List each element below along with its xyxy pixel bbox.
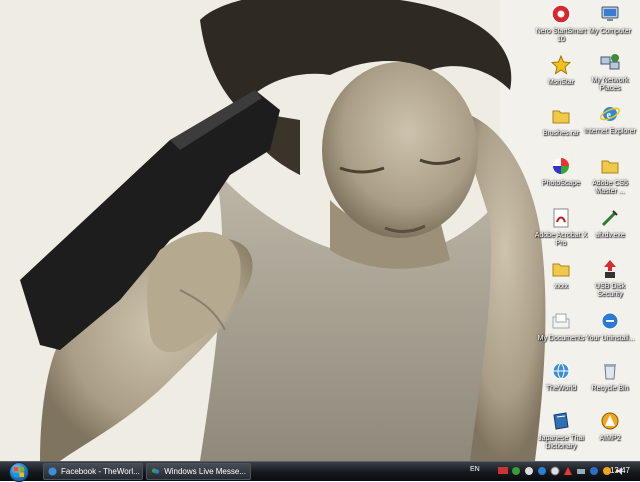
tray-app-icon[interactable] — [575, 465, 586, 476]
aimp-icon — [599, 410, 621, 432]
taskbar-button-facebook[interactable]: Facebook - TheWorl... — [43, 463, 143, 480]
messenger-icon — [151, 467, 160, 477]
globe-icon — [48, 467, 57, 477]
desktop-icon-acrobat[interactable]: Adobe Acrobat X Pro — [533, 205, 589, 257]
desktop-icon-dictionary[interactable]: Japanese Thai Dictionary — [533, 408, 589, 460]
desktop-icon-uninstaller[interactable]: Your Uninstall... — [582, 308, 638, 360]
computer-icon — [599, 3, 621, 25]
photoscape-icon — [550, 155, 572, 177]
start-button[interactable] — [9, 461, 29, 482]
system-tray — [497, 465, 625, 476]
desktop-icon-my-documents[interactable]: My Documents — [533, 308, 589, 360]
desktop-icon-my-computer[interactable]: My Computer — [582, 1, 638, 53]
windows-logo-icon — [14, 466, 24, 477]
desktop-icon-label: PhotoScape — [541, 180, 581, 187]
desktop-icon-msnstar[interactable]: MsnStar — [533, 52, 589, 104]
desktop-icon-theworld[interactable]: TheWorld — [533, 358, 589, 410]
desktop-icon-label: Recycle Bin — [591, 385, 629, 392]
desktop-icon-label: My Network Places — [591, 77, 629, 92]
desktop-icon-label: USB Disk Security — [595, 283, 625, 298]
taskbar-button-label: Windows Live Messe... — [164, 467, 246, 476]
desktop-icon-label: Japanese Thai Dictionary — [538, 435, 584, 450]
desktop-icon-recycle-bin[interactable]: Recycle Bin — [582, 358, 638, 410]
tray-app-icon[interactable] — [536, 465, 547, 476]
desktop-icon-internet-explorer[interactable]: e Internet Explorer — [582, 101, 638, 153]
documents-icon — [550, 310, 572, 332]
tray-app-icon[interactable] — [510, 465, 521, 476]
desktop-icon-label: xxxx — [554, 283, 568, 290]
desktop-icon-label: Internet Explorer — [584, 128, 636, 135]
star-icon — [550, 54, 572, 76]
desktop-icon-usb-security[interactable]: USB Disk Security — [582, 256, 638, 308]
desktop-icon-label: Adobe Acrobat X Pro — [534, 232, 588, 247]
desktop-icon-nero[interactable]: Nero StartSmart 10 — [533, 1, 589, 53]
desktop-icon-label: MsnStar — [547, 79, 575, 86]
recycle-bin-icon — [599, 360, 621, 382]
desktop-icon-label: My Computer — [588, 28, 631, 35]
tray-app-icon[interactable] — [549, 465, 560, 476]
language-indicator[interactable]: EN — [470, 466, 480, 473]
taskbar-button-messenger[interactable]: Windows Live Messe... — [146, 463, 251, 480]
tray-app-icon[interactable] — [497, 465, 508, 476]
tray-app-icon[interactable] — [523, 465, 534, 476]
dictionary-icon — [550, 410, 572, 432]
desktop-icon-aimp[interactable]: AIMP2 — [582, 408, 638, 460]
tray-app-icon[interactable] — [562, 465, 573, 476]
desktop-icon-label: Your Uninstall... — [585, 335, 635, 342]
nero-icon — [550, 3, 572, 25]
exe-icon — [599, 207, 621, 229]
taskbar: Facebook - TheWorl... Windows Live Messe… — [0, 461, 640, 482]
clock[interactable]: 13:47 — [610, 466, 630, 475]
svg-text:e: e — [607, 110, 612, 121]
desktop-icon-label: Brushes.rar — [542, 130, 580, 137]
desktop-icon-adobe-cs5[interactable]: Adobe CS5 Master ... — [582, 153, 638, 205]
folder-icon — [550, 105, 572, 127]
desktop-icon-brushes[interactable]: Brushes.rar — [533, 103, 589, 155]
desktop-icon-label: TheWorld — [545, 385, 577, 392]
desktop-icon-xxxx[interactable]: xxxx — [533, 256, 589, 308]
taskbar-button-label: Facebook - TheWorl... — [61, 467, 140, 476]
internet-explorer-icon: e — [599, 103, 621, 125]
tray-app-icon[interactable] — [588, 465, 599, 476]
desktop-icon-network-places[interactable]: My Network Places — [582, 50, 638, 102]
desktop-icon-label: AIMP2 — [599, 435, 621, 442]
desktop-icon-label: Adobe CS5 Master ... — [592, 180, 628, 195]
desktop: Nero StartSmart 10 My Computer MsnStar M… — [0, 0, 640, 461]
desktop-icon-label: Nero StartSmart 10 — [535, 28, 587, 43]
uninstaller-icon — [599, 310, 621, 332]
desktop-icon-afxdv[interactable]: afxdv.exe — [582, 205, 638, 257]
desktop-icon-label: afxdv.exe — [595, 232, 625, 239]
folder-icon — [599, 155, 621, 177]
desktop-icon-photoscape[interactable]: PhotoScape — [533, 153, 589, 205]
network-icon — [599, 52, 621, 74]
usb-icon — [599, 258, 621, 280]
folder-icon — [550, 258, 572, 280]
desktop-icon-label: My Documents — [537, 335, 585, 342]
pdf-icon — [550, 207, 572, 229]
globe-icon — [550, 360, 572, 382]
